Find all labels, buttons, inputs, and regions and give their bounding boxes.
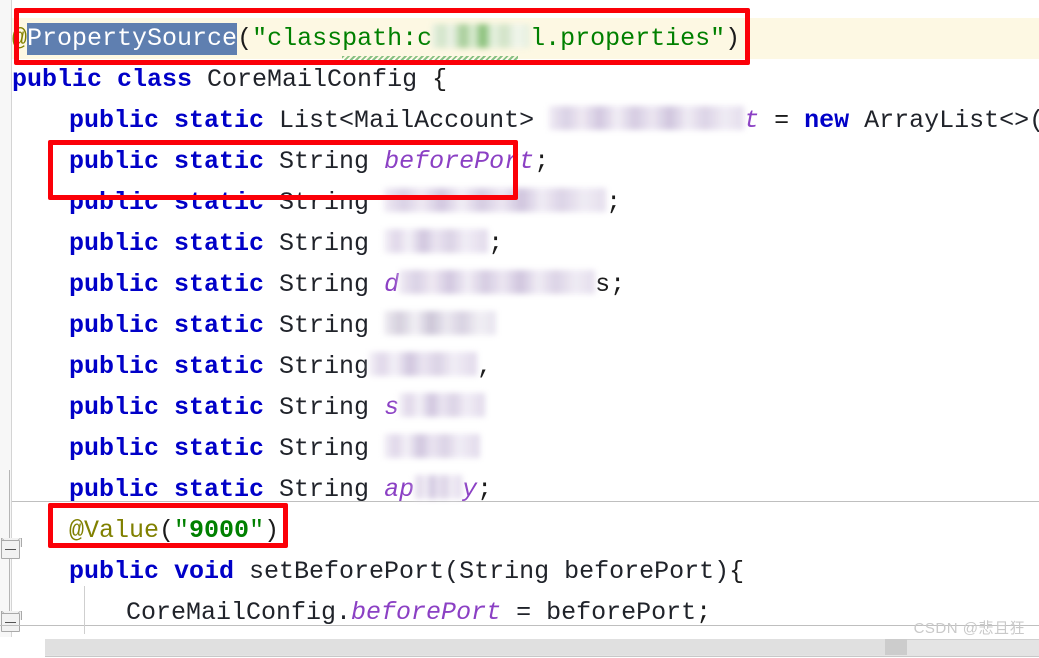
- line-value-annotation[interactable]: @Value("9000"): [12, 510, 1039, 551]
- line-field-9[interactable]: public static String ap y;: [12, 469, 1039, 510]
- line-property-source[interactable]: @PropertySource("classpath:c l.properties…: [12, 18, 1039, 62]
- code-editor: @PropertySource("classpath:c l.properties…: [0, 0, 1039, 658]
- watermark: CSDN @悲且狂: [913, 620, 1025, 637]
- token-selected: PropertySource: [27, 23, 238, 55]
- token-punct: ;: [477, 475, 493, 504]
- line-class-decl[interactable]: public class CoreMailConfig {: [12, 59, 1039, 100]
- token-field: t: [744, 106, 760, 135]
- redacted-identifier: [369, 352, 478, 377]
- token-kw: public static: [69, 393, 265, 422]
- token-field: beforePort: [351, 598, 502, 627]
- token-punct: {: [729, 557, 745, 586]
- token-field: d: [384, 270, 400, 299]
- token-punct: (: [237, 24, 253, 53]
- token-field: beforePort: [384, 147, 535, 176]
- token-punct: ;: [488, 229, 504, 258]
- redacted-identifier: [384, 311, 497, 336]
- token-kw: public static: [69, 147, 265, 176]
- token-kw: public static: [69, 188, 265, 217]
- token-punct: ;: [606, 188, 622, 217]
- token-num: 9000: [189, 516, 250, 545]
- token-punct: {: [432, 65, 448, 94]
- line-field-3[interactable]: public static String ;: [12, 223, 1039, 264]
- line-field-4[interactable]: public static String d s;: [12, 264, 1039, 305]
- redacted-identifier: [399, 393, 486, 418]
- token-punct: ;: [696, 598, 712, 627]
- token-str: "classpath:c: [252, 24, 433, 53]
- redacted-identifier: [399, 270, 596, 295]
- line-field-6[interactable]: public static String,: [12, 346, 1039, 387]
- line-field-5[interactable]: public static String: [12, 305, 1039, 346]
- redacted-identifier: [432, 24, 531, 49]
- token-type: ArrayList<>(): [849, 106, 1039, 135]
- token-type: String: [264, 475, 385, 504]
- redacted-identifier: [384, 434, 481, 459]
- line-field-7[interactable]: public static String s: [12, 387, 1039, 428]
- token-field: y: [462, 475, 478, 504]
- token-punct: ): [725, 24, 741, 53]
- token-type: CoreMailConfig: [192, 65, 433, 94]
- token-punct: =: [759, 106, 805, 135]
- token-kw: public static: [69, 475, 265, 504]
- line-setter-signature[interactable]: public void setBeforePort(String beforeP…: [12, 551, 1039, 592]
- token-kw: public static: [69, 311, 265, 340]
- gutter-fold-line-mid: [9, 559, 10, 613]
- line-list-mailaccount[interactable]: public static List<MailAccount> t = new …: [12, 100, 1039, 141]
- token-field: ap: [384, 475, 415, 504]
- token-field: s: [384, 393, 400, 422]
- code-surface[interactable]: @PropertySource("classpath:c l.properties…: [12, 0, 1039, 658]
- token-str: ": [174, 516, 190, 545]
- token-kw: public static: [69, 270, 265, 299]
- token-punct: ): [264, 516, 280, 545]
- token-kw: new: [804, 106, 850, 135]
- token-punct: ,: [477, 352, 493, 381]
- token-type: setBeforePort(String beforePort): [234, 557, 730, 586]
- token-type: = beforePort: [501, 598, 697, 627]
- token-punct: ;: [534, 147, 550, 176]
- token-type: String: [264, 147, 385, 176]
- token-type: String: [264, 352, 370, 381]
- line-setter-body[interactable]: CoreMailConfig.beforePort = beforePort;: [12, 592, 1039, 633]
- token-type: String: [264, 188, 385, 217]
- redacted-identifier: [414, 475, 463, 500]
- redacted-identifier: [384, 188, 607, 213]
- line-field-8[interactable]: public static String: [12, 428, 1039, 469]
- scrollbar-thumb-end[interactable]: [885, 639, 907, 655]
- token-kw: public class: [12, 65, 193, 94]
- redacted-identifier: [384, 229, 489, 254]
- token-type: String: [264, 434, 385, 463]
- token-str: l.properties": [530, 24, 726, 53]
- token-anno: @: [12, 24, 28, 53]
- token-type: String: [264, 229, 385, 258]
- horizontal-scrollbar[interactable]: [0, 637, 1039, 658]
- redacted-identifier: [549, 106, 745, 131]
- token-kw: public static: [69, 106, 265, 135]
- token-kw: public static: [69, 229, 265, 258]
- token-kw: public static: [69, 352, 265, 381]
- token-type: String: [264, 311, 385, 340]
- token-type: CoreMailConfig.: [126, 598, 352, 627]
- token-str: ": [249, 516, 265, 545]
- scrollbar-thumb[interactable]: [45, 639, 885, 655]
- token-type: String: [264, 393, 385, 422]
- token-punct: s;: [595, 270, 626, 299]
- token-punct: (: [159, 516, 175, 545]
- line-field-2[interactable]: public static String ;: [12, 182, 1039, 223]
- token-kw: public static: [69, 434, 265, 463]
- token-kw: public void: [69, 557, 235, 586]
- gutter-fold-line-top: [9, 470, 10, 544]
- token-type: String: [264, 270, 385, 299]
- token-anno: @Value: [69, 516, 160, 545]
- line-before-port[interactable]: public static String beforePort;: [12, 141, 1039, 182]
- token-type: List<MailAccount>: [264, 106, 550, 135]
